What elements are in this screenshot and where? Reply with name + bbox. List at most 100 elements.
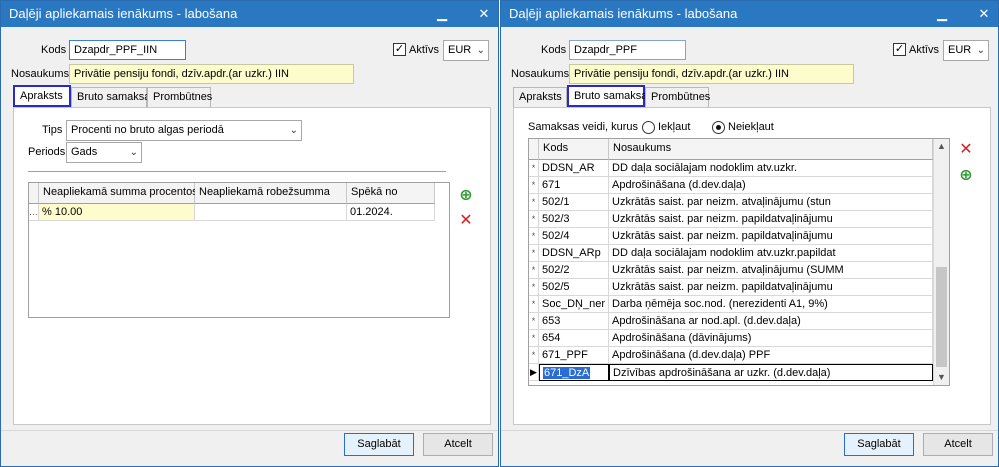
cell-nosaukums[interactable]: Uzkrātās saist. par neizm. atvaļinājumu … <box>609 262 933 279</box>
cell-kods[interactable]: Soc_DŅ_ner <box>539 296 609 313</box>
nosaukums-input[interactable]: Privātie pensiju fondi, dzīv.apdr.(ar uz… <box>69 64 354 84</box>
cell-nosaukums[interactable]: Apdrošināšana (dāvinājums) <box>609 330 933 347</box>
cell-nosaukums[interactable]: Uzkrātās saist. par neizm. papildatvaļin… <box>609 228 933 245</box>
cell-kods[interactable]: DDSN_AR <box>539 160 609 177</box>
row-indicator[interactable]: * <box>529 228 539 245</box>
kods-input[interactable]: Dzapdr_PPF_IIN <box>69 40 186 60</box>
row-indicator[interactable]: * <box>529 194 539 211</box>
cell-nosaukums[interactable]: DD daļa sociālajam nodoklim atv.uzkr.pap… <box>609 245 933 262</box>
delete-row-icon[interactable]: ✕ <box>456 211 476 231</box>
tab-strip: Apraksts Bruto samaksa Prombūtnes <box>513 85 993 107</box>
cell-kods[interactable]: 671_PPF <box>539 347 609 364</box>
radio-selected-dot <box>716 125 721 130</box>
cell-kods[interactable]: 502/5 <box>539 279 609 296</box>
row-indicator[interactable]: * <box>529 313 539 330</box>
periods-value: Gads <box>71 146 98 158</box>
cell-nosaukums[interactable]: Darba ņēmēja soc.nod. (nerezidenti A1, 9… <box>609 296 933 313</box>
row-header-corner <box>529 139 539 160</box>
tab-bruto-samaksa[interactable]: Bruto samaksa <box>71 87 150 107</box>
row-indicator[interactable]: * <box>529 347 539 364</box>
cell-nosaukums[interactable]: Apdrošināšana (d.dev.daļa) <box>609 177 933 194</box>
col-header-nosaukums[interactable]: Nosaukums <box>609 139 933 160</box>
tab-bruto-samaksa[interactable]: Bruto samaksa <box>567 85 647 107</box>
tab-prombutnes[interactable]: Prombūtnes <box>147 87 212 107</box>
button-bar: Saglabāt Atcelt <box>1 430 498 466</box>
grid-cell[interactable]: 01.2024. <box>347 204 435 221</box>
cell-kods[interactable]: 653 <box>539 313 609 330</box>
cell-kods[interactable]: 502/3 <box>539 211 609 228</box>
currency-select[interactable]: EUR ⌄ <box>443 40 489 61</box>
cell-kods[interactable]: 502/1 <box>539 194 609 211</box>
tab-apraksts[interactable]: Apraksts <box>513 87 567 107</box>
row-indicator[interactable]: * <box>529 262 539 279</box>
col-header[interactable]: Spēkā no <box>347 183 435 204</box>
cell-nosaukums[interactable]: Apdrošināšana ar nod.apl. (d.dev.daļa) <box>609 313 933 330</box>
scroll-down-icon[interactable]: ▼ <box>934 370 949 385</box>
exclude-label: Neiekļaut <box>728 121 774 133</box>
row-indicator[interactable]: * <box>529 211 539 228</box>
limits-grid[interactable]: Neapliekamā summa procentos Neapliekamā … <box>28 182 450 318</box>
current-row-indicator[interactable]: ▶ <box>529 364 539 381</box>
tab-prombutnes[interactable]: Prombūtnes <box>645 87 710 107</box>
include-label: Iekļaut <box>658 121 691 133</box>
kods-input[interactable]: Dzapdr_PPF <box>569 40 686 60</box>
window-title: Daļēji apliekamais ienākums - labošana <box>509 6 738 21</box>
row-indicator[interactable]: * <box>529 296 539 313</box>
cell-kods[interactable]: 502/2 <box>539 262 609 279</box>
currency-value: EUR <box>448 44 472 56</box>
row-indicator[interactable]: … <box>29 204 39 221</box>
cancel-button[interactable]: Atcelt <box>423 433 493 456</box>
cell-nosaukums[interactable]: DD daļa sociālajam nodoklim atv.uzkr. <box>609 160 933 177</box>
row-indicator[interactable]: * <box>529 160 539 177</box>
close-icon[interactable]: ✕ <box>973 4 995 24</box>
row-header-corner <box>29 183 39 204</box>
cell-nosaukums[interactable]: Apdrošināšana (d.dev.daļa) PPF <box>609 347 933 364</box>
grid-cell[interactable] <box>195 204 347 221</box>
scroll-up-icon[interactable]: ▲ <box>934 139 949 154</box>
cell-nosaukums[interactable]: Uzkrātās saist. par neizm. papildatvaļin… <box>609 211 933 228</box>
cell-kods[interactable]: 671 <box>539 177 609 194</box>
col-header-kods[interactable]: Kods <box>539 139 609 160</box>
cell-nosaukums[interactable]: Uzkrātās saist. par neizm. papildatvaļin… <box>609 279 933 296</box>
cell-nosaukums[interactable]: Uzkrātās saist. par neizm. atvaļinājumu … <box>609 194 933 211</box>
nosaukums-input[interactable]: Privātie pensiju fondi, dzīv.apdr.(ar uz… <box>569 64 854 84</box>
chevron-down-icon: ⌄ <box>976 45 985 56</box>
tab-strip: Apraksts Bruto samaksa Prombūtnes <box>13 85 493 107</box>
save-button[interactable]: Saglabāt <box>344 433 414 456</box>
cell-kods[interactable]: 502/4 <box>539 228 609 245</box>
row-indicator[interactable]: * <box>529 177 539 194</box>
cancel-button[interactable]: Atcelt <box>923 433 993 456</box>
exclude-radio[interactable] <box>712 121 725 134</box>
cell-kods[interactable]: DDSN_ARp <box>539 245 609 262</box>
row-indicator[interactable]: * <box>529 279 539 296</box>
vertical-scrollbar[interactable]: ▲ ▼ <box>933 139 949 385</box>
periods-select[interactable]: Gads ⌄ <box>66 142 142 163</box>
aktivs-checkbox[interactable]: ✓ <box>393 43 406 56</box>
grid-cell[interactable]: % 10.00 <box>39 204 195 221</box>
currency-select[interactable]: EUR ⌄ <box>943 40 989 61</box>
add-row-icon[interactable]: ⊕ <box>456 186 476 206</box>
cell-kods[interactable]: 654 <box>539 330 609 347</box>
include-radio[interactable] <box>642 121 655 134</box>
separator <box>28 171 446 172</box>
close-icon[interactable]: ✕ <box>473 4 495 24</box>
scroll-thumb[interactable] <box>936 267 947 367</box>
col-header[interactable]: Neapliekamā summa procentos <box>39 183 198 204</box>
cell-nosaukums[interactable]: Dzīvības apdrošināšana ar uzkr. (d.dev.d… <box>609 364 933 381</box>
row-indicator[interactable]: * <box>529 245 539 262</box>
row-indicator[interactable]: * <box>529 330 539 347</box>
minimize-icon[interactable]: ▁ <box>931 4 953 24</box>
delete-row-icon[interactable]: ✕ <box>956 140 976 160</box>
tab-apraksts[interactable]: Apraksts <box>13 85 71 107</box>
cell-kods-selected[interactable]: 671_DzA <box>539 364 609 381</box>
button-bar: Saglabāt Atcelt <box>501 430 998 466</box>
payment-types-grid[interactable]: Kods Nosaukums * DDSN_AR DD daļa sociāla… <box>528 138 950 386</box>
add-row-icon[interactable]: ⊕ <box>956 166 976 186</box>
col-header[interactable]: Neapliekamā robežsumma <box>195 183 347 204</box>
save-button[interactable]: Saglabāt <box>844 433 914 456</box>
minimize-icon[interactable]: ▁ <box>431 4 453 24</box>
tips-select[interactable]: Procenti no bruto algas periodā ⌄ <box>66 120 302 141</box>
aktivs-label: Aktīvs <box>409 44 439 56</box>
aktivs-checkbox[interactable]: ✓ <box>893 43 906 56</box>
tips-value: Procenti no bruto algas periodā <box>71 124 224 136</box>
